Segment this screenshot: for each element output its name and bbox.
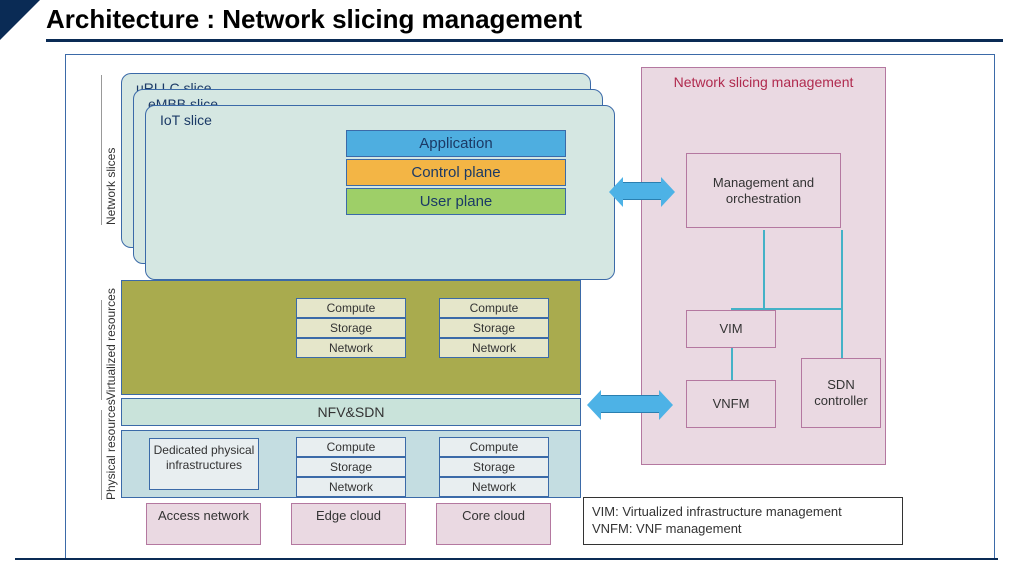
sdn-controller-box: SDN controller	[801, 358, 881, 428]
slice-name: IoT slice	[156, 110, 604, 130]
row-label-physical-resources: Physical resources	[101, 410, 118, 500]
cell-compute: Compute	[439, 298, 549, 318]
connector-line	[763, 230, 765, 310]
row-label-network-slices: Network slices	[101, 75, 118, 225]
page-title: Architecture : Network slicing managemen…	[46, 4, 1003, 42]
connector-line	[731, 348, 733, 380]
cell-storage: Storage	[439, 318, 549, 338]
connector-line	[763, 308, 843, 310]
cell-storage: Storage	[296, 318, 406, 338]
column-label-core: Core cloud	[436, 503, 551, 545]
legend-box: VIM: Virtualized infrastructure manageme…	[583, 497, 903, 545]
management-panel-title: Network slicing management	[642, 74, 885, 90]
diagram-canvas: Network slices Virtualized resources Phy…	[65, 54, 995, 559]
plane-stack: Application Control plane User plane	[346, 130, 566, 217]
cell-network: Network	[439, 338, 549, 358]
cell-compute: Compute	[296, 298, 406, 318]
bidirectional-arrow-icon	[600, 395, 660, 413]
connector-line	[841, 230, 843, 358]
cell-network: Network	[296, 477, 406, 497]
plane-control: Control plane	[346, 159, 566, 186]
dedicated-infra-box: Dedicated physical infrastructures	[149, 438, 259, 490]
nfv-sdn-bar: NFV&SDN	[121, 398, 581, 426]
virtual-resource-stack-edge: Compute Storage Network	[296, 298, 406, 358]
bidirectional-arrow-icon	[622, 182, 662, 200]
cell-compute: Compute	[439, 437, 549, 457]
virtual-resource-stack-core: Compute Storage Network	[439, 298, 549, 358]
legend-line-vim: VIM: Virtualized infrastructure manageme…	[592, 503, 894, 520]
row-label-virtualized-resources: Virtualized resources	[101, 300, 118, 400]
physical-resource-stack-edge: Compute Storage Network	[296, 437, 406, 497]
physical-resource-stack-core: Compute Storage Network	[439, 437, 549, 497]
slide-corner-accent	[0, 0, 40, 40]
column-label-access: Access network	[146, 503, 261, 545]
cell-network: Network	[296, 338, 406, 358]
connector-line	[731, 308, 765, 310]
vnfm-box: VNFM	[686, 380, 776, 428]
vim-box: VIM	[686, 310, 776, 348]
plane-application: Application	[346, 130, 566, 157]
cell-compute: Compute	[296, 437, 406, 457]
cell-storage: Storage	[439, 457, 549, 477]
cell-storage: Storage	[296, 457, 406, 477]
cell-network: Network	[439, 477, 549, 497]
plane-user: User plane	[346, 188, 566, 215]
legend-line-vnfm: VNFM: VNF management	[592, 520, 894, 537]
footer-rule	[15, 558, 998, 560]
mano-box: Management and orchestration	[686, 153, 841, 228]
column-label-edge: Edge cloud	[291, 503, 406, 545]
